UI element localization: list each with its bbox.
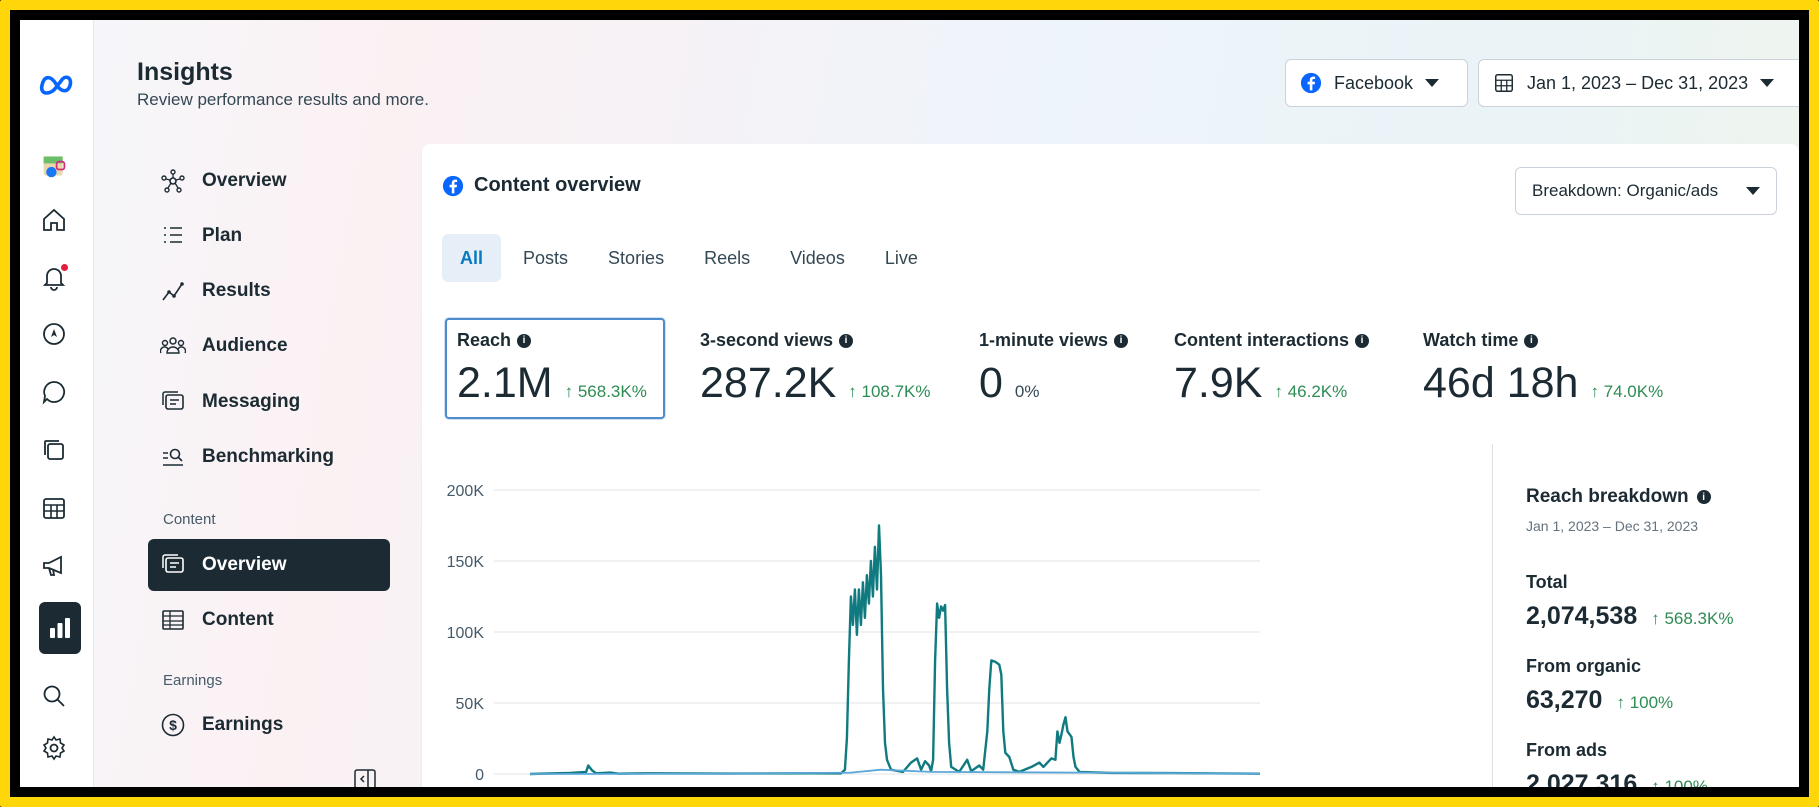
organic-trend: ↑ 100%	[1616, 693, 1674, 712]
sidebar-item-plan[interactable]: Plan	[148, 210, 390, 262]
facebook-icon	[1300, 72, 1322, 94]
sidebar-item-label: Overview	[202, 554, 287, 575]
reach-breakdown-date: Jan 1, 2023 – Dec 31, 2023	[1526, 518, 1699, 534]
organic-value-row: 63,270 ↑ 100%	[1526, 686, 1673, 715]
date-range-label: Jan 1, 2023 – Dec 31, 2023	[1527, 72, 1749, 93]
overview-icon	[161, 169, 185, 193]
breakdown-select[interactable]: Breakdown: Organic/ads	[1515, 167, 1777, 215]
reach-line-chart: 200K 150K 100K 50K 0 Jan 1 Apr 11 Jul 20 Oct 28	[447, 483, 1261, 787]
calendar-icon	[1495, 74, 1513, 92]
collapse-sidebar-icon[interactable]	[353, 767, 377, 787]
chevron-down-icon	[1746, 187, 1760, 195]
meta-logo-icon[interactable]	[38, 68, 74, 100]
y-tick-label: 200K	[447, 483, 485, 500]
y-tick-label: 50K	[456, 696, 485, 713]
platform-label: Facebook	[1334, 72, 1414, 93]
dollar-icon: $	[161, 713, 185, 737]
total-value: 2,074,538	[1526, 602, 1638, 630]
info-icon[interactable]: i	[1696, 490, 1711, 504]
reach-breakdown-title-text: Reach breakdown	[1526, 486, 1689, 507]
y-tick-label: 0	[475, 767, 484, 784]
sidebar-item-audience[interactable]: Audience	[148, 320, 390, 372]
page-subtitle: Review performance results and more.	[137, 90, 429, 109]
reach-breakdown-title: Reach breakdown i	[1526, 486, 1711, 508]
search-icon[interactable]	[38, 680, 70, 712]
sidebar-item-content-overview[interactable]: Overview	[148, 539, 390, 591]
app-screen: Insights Review performance results and …	[20, 20, 1799, 787]
platform-select[interactable]: Facebook	[1285, 59, 1468, 107]
sidebar-item-label: Messaging	[202, 391, 301, 412]
organic-label: From organic	[1526, 656, 1642, 676]
chevron-down-icon	[1760, 79, 1775, 87]
sidebar-item-messaging[interactable]: Messaging	[148, 376, 390, 428]
sidebar-item-label: Results	[202, 280, 271, 301]
x-tick-label: Oct 28	[1108, 786, 1155, 787]
settings-icon[interactable]	[38, 732, 70, 764]
sidebar-item-label: Benchmarking	[202, 446, 334, 467]
left-rail	[20, 20, 94, 787]
metric-trend: ↑ 74.0K%	[1590, 382, 1664, 401]
content-table-icon	[162, 610, 184, 630]
sidebar-section-content: Content	[163, 511, 216, 528]
ads-icon[interactable]	[38, 550, 70, 582]
total-trend: ↑ 568.3K%	[1651, 609, 1734, 628]
x-tick-label: Apr 11	[708, 786, 754, 787]
sidebar-item-label: Earnings	[202, 714, 284, 735]
y-tick-label: 100K	[447, 625, 485, 642]
ads-value-row: 2,027,316 ↑ 100%	[1526, 770, 1708, 787]
screenshot-frame: Insights Review performance results and …	[0, 0, 1819, 807]
date-range-select[interactable]: Jan 1, 2023 – Dec 31, 2023	[1478, 59, 1799, 107]
content-overview-icon	[162, 554, 184, 573]
total-label: Total	[1526, 572, 1568, 592]
chat-icon[interactable]	[38, 376, 70, 408]
ads-label: From ads	[1526, 740, 1608, 760]
compass-icon[interactable]	[38, 318, 70, 350]
audience-icon	[160, 337, 186, 354]
benchmarking-icon	[163, 448, 183, 466]
organic-value: 63,270	[1526, 686, 1603, 714]
series-line-total	[529, 524, 1261, 776]
sidebar-item-label: Audience	[202, 335, 288, 356]
sidebar-section-earnings: Earnings	[163, 672, 223, 689]
info-icon[interactable]: i	[1524, 333, 1539, 348]
messaging-icon	[162, 391, 184, 410]
total-value-row: 2,074,538 ↑ 568.3K%	[1526, 602, 1733, 631]
profile-icon[interactable]	[38, 150, 70, 182]
sidebar-item-earnings[interactable]: $ Earnings	[148, 699, 390, 751]
ads-trend: ↑ 100%	[1651, 777, 1708, 787]
x-tick-label: Jan 1	[510, 786, 549, 787]
sidebar-item-overview[interactable]: Overview	[148, 155, 390, 207]
sidebar-item-label: Content	[202, 609, 274, 630]
sidebar-item-label: Plan	[202, 225, 243, 246]
content-icon[interactable]	[38, 434, 70, 466]
sidebar-item-label: Overview	[202, 170, 287, 191]
planner-icon[interactable]	[38, 492, 70, 524]
sidebar-item-benchmarking[interactable]: Benchmarking	[148, 431, 390, 483]
y-tick-label: 150K	[447, 554, 485, 571]
insights-icon[interactable]	[39, 602, 81, 654]
svg-text:$: $	[169, 717, 177, 733]
page-title: Insights	[137, 58, 233, 86]
notifications-icon[interactable]	[38, 262, 70, 294]
breakdown-label: Breakdown: Organic/ads	[1532, 181, 1719, 200]
results-icon	[162, 282, 184, 301]
sidebar-item-results[interactable]: Results	[148, 265, 390, 317]
notification-dot	[61, 264, 68, 271]
plan-icon	[164, 227, 182, 243]
home-icon[interactable]	[38, 204, 70, 236]
ads-value: 2,027,316	[1526, 770, 1638, 787]
x-tick-label: Jul 20	[910, 786, 953, 787]
panel-divider	[1492, 444, 1493, 787]
content-overview-card: Content overview Breakdown: Organic/ads …	[422, 144, 1799, 787]
chevron-down-icon	[1425, 79, 1440, 87]
sidebar-item-content[interactable]: Content	[148, 594, 390, 646]
